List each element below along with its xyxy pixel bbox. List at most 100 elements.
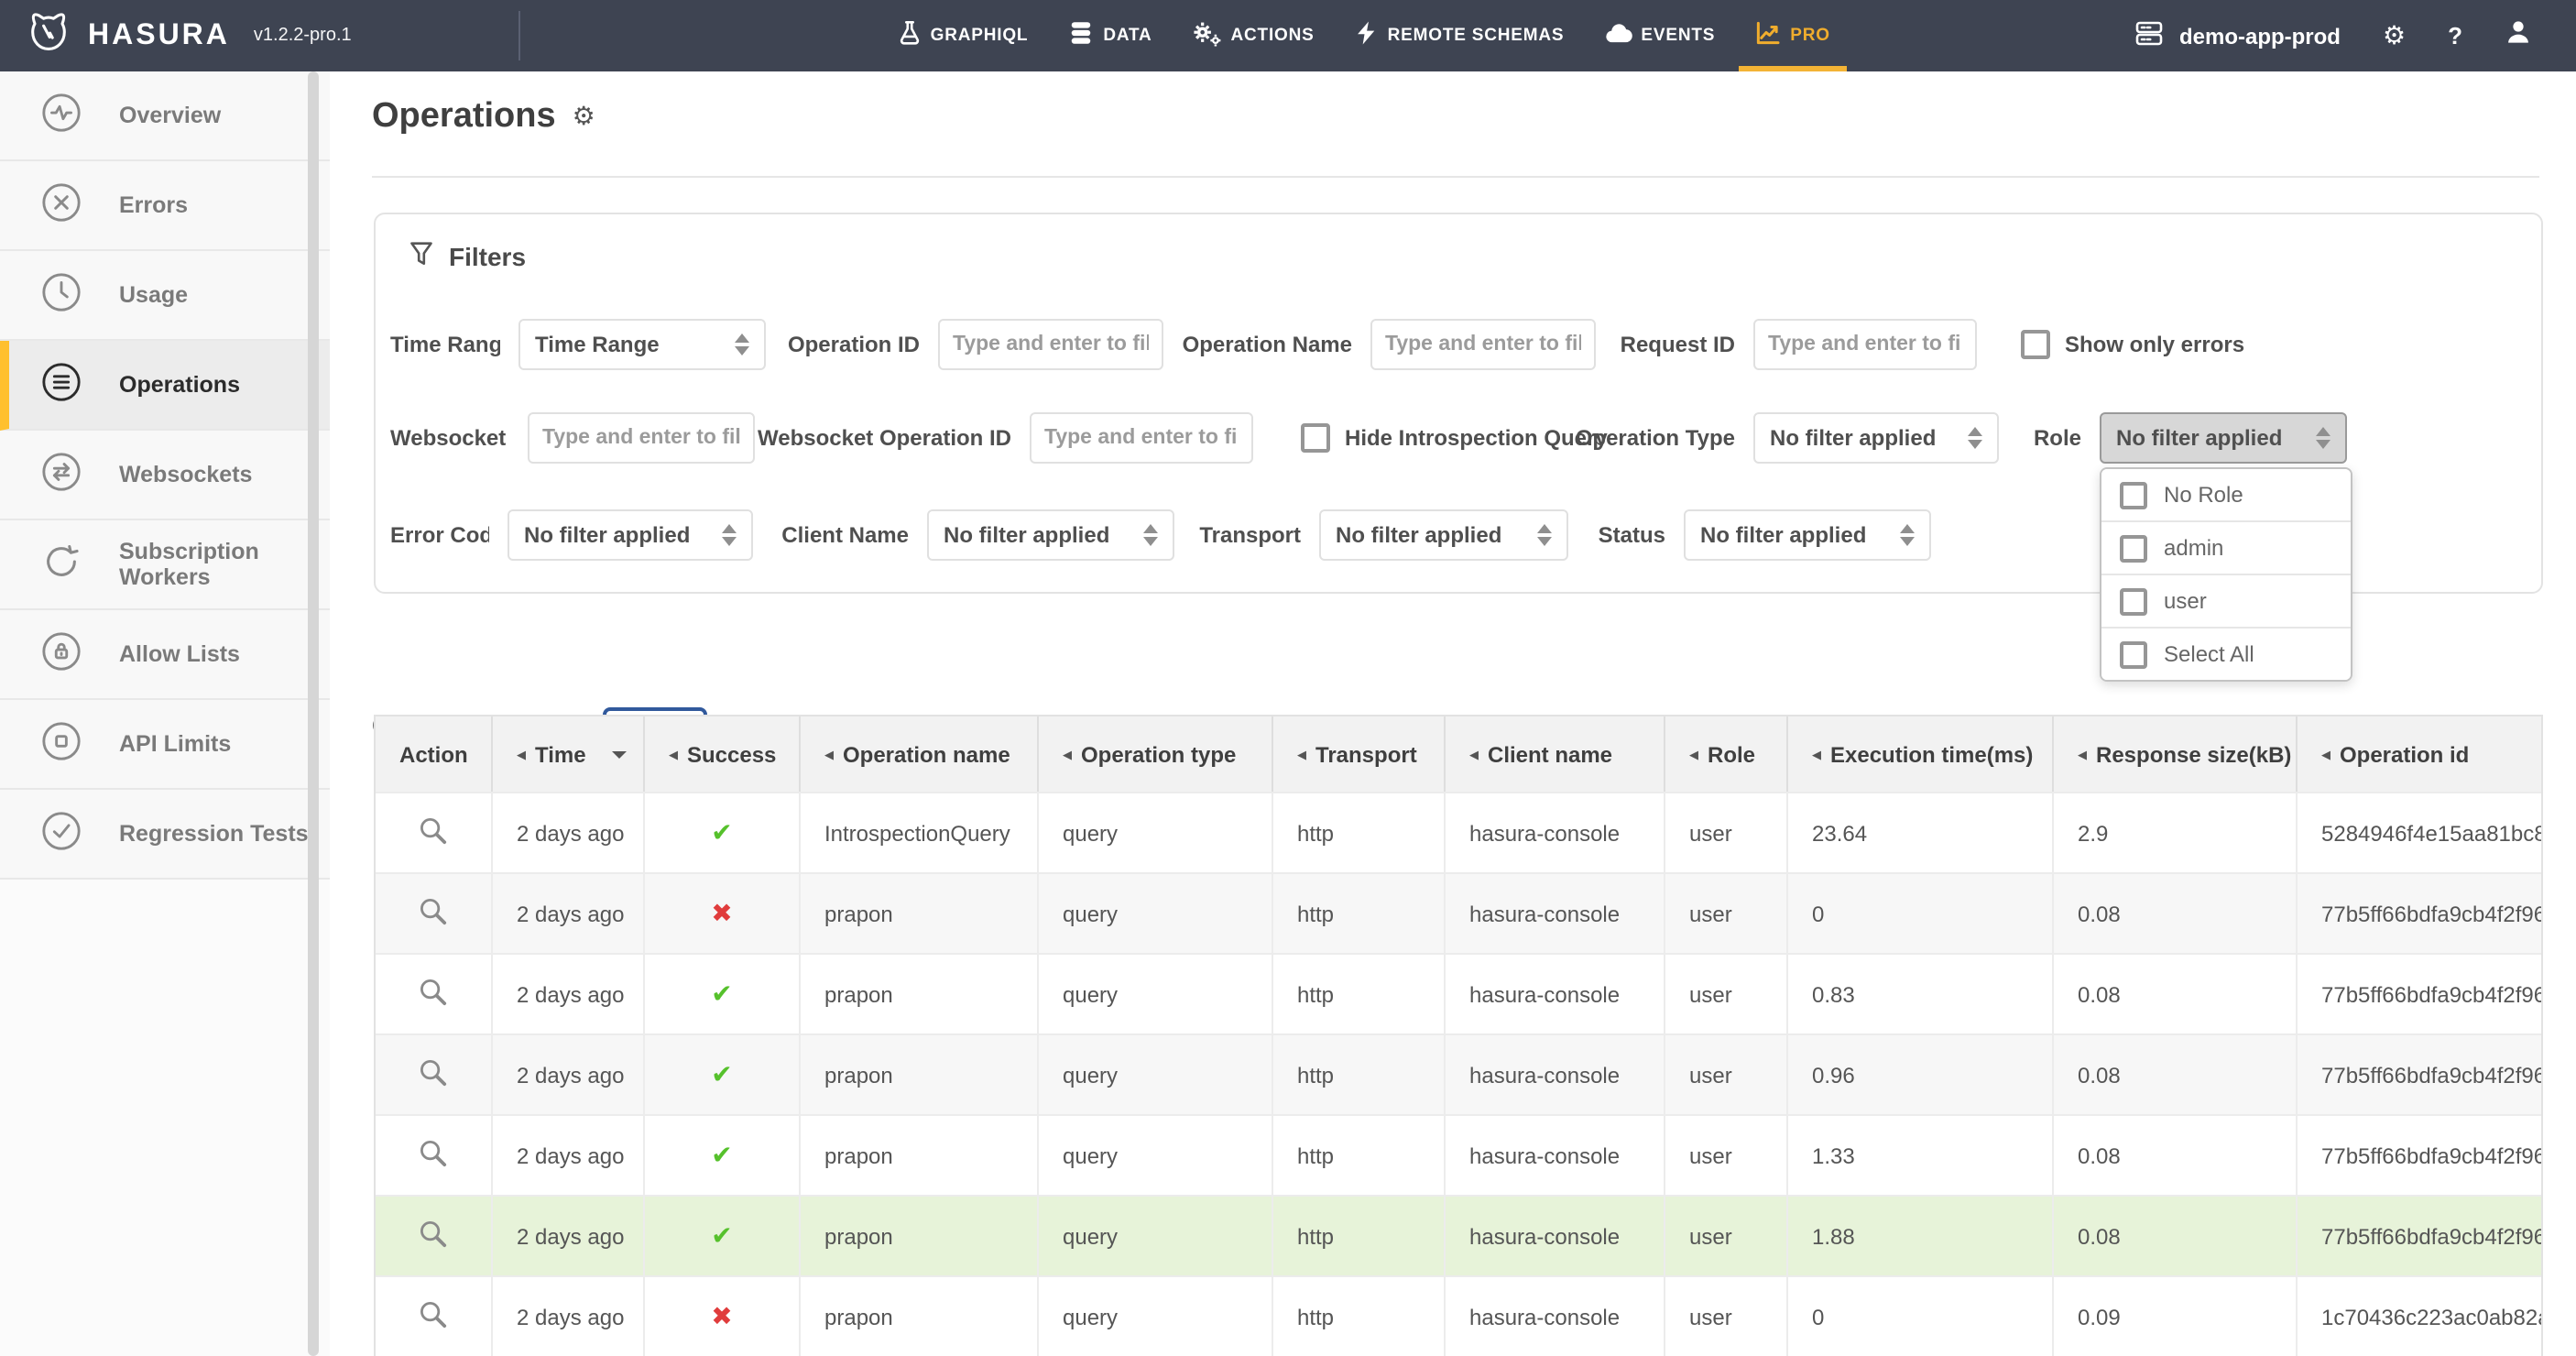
- sidebar-item-api-limits[interactable]: API Limits: [0, 700, 330, 790]
- cell-operation-name: IntrospectionQuery: [801, 793, 1039, 872]
- sidebar-scrollbar[interactable]: [308, 71, 319, 1356]
- cell-transport: http: [1273, 1035, 1446, 1114]
- role-option-select-all[interactable]: Select All: [2101, 627, 2351, 680]
- chart-line-icon: [1755, 20, 1781, 51]
- sidebar-item-label: API Limits: [119, 731, 231, 757]
- inspect-row-button[interactable]: [376, 1116, 493, 1195]
- column-header-execution-time-ms-[interactable]: ◀Execution time(ms): [1788, 716, 2054, 792]
- sidebar-item-operations[interactable]: Operations: [0, 341, 330, 431]
- sort-icon: ◀: [2078, 747, 2087, 761]
- filter-label-error_code: Error Code: [390, 509, 489, 561]
- role-option-label: admin: [2164, 535, 2223, 561]
- magnifier-icon: [418, 1137, 449, 1174]
- column-header-operation-id[interactable]: ◀Operation id: [2298, 716, 2541, 792]
- inspect-row-button[interactable]: [376, 1277, 493, 1356]
- column-header-operation-type[interactable]: ◀Operation type: [1039, 716, 1273, 792]
- project-switcher[interactable]: demo-app-prod: [2135, 19, 2341, 52]
- cell-operation-id: 77b5ff66bdfa9cb4f2f967: [2298, 1035, 2541, 1114]
- settings-gear-icon[interactable]: ⚙: [2383, 21, 2406, 50]
- column-header-client-name[interactable]: ◀Client name: [1446, 716, 1665, 792]
- sidebar-item-label: Errors: [119, 192, 188, 218]
- column-header-response-size-kb-[interactable]: ◀ Response size(kB): [2054, 716, 2298, 792]
- table-header-row: Action◀Time◀Success◀Operation name◀Opera…: [376, 716, 2541, 792]
- cell-transport: http: [1273, 1197, 1446, 1275]
- nav-item-data[interactable]: DATA: [1063, 0, 1157, 71]
- nav-item-remote-schemas[interactable]: REMOTE SCHEMAS: [1349, 0, 1570, 71]
- inspect-row-button[interactable]: [376, 955, 493, 1033]
- cell-operation-type: query: [1039, 1277, 1273, 1356]
- project-name: demo-app-prod: [2179, 23, 2341, 49]
- nav-item-events[interactable]: EVENTS: [1599, 0, 1720, 71]
- clock-circle-icon: [40, 271, 82, 319]
- inspect-row-button[interactable]: [376, 1035, 493, 1114]
- table-row: 2 days ago✖praponqueryhttphasura-console…: [376, 1275, 2541, 1356]
- sidebar-item-allow-lists[interactable]: Allow Lists: [0, 610, 330, 700]
- filter-input-websocket_operation_id[interactable]: [1030, 412, 1253, 464]
- checkbox-icon[interactable]: [2120, 534, 2147, 562]
- nav-item-label: REMOTE SCHEMAS: [1388, 26, 1565, 46]
- inspect-row-button[interactable]: [376, 793, 493, 872]
- checkbox-icon[interactable]: [2120, 587, 2147, 615]
- column-header-transport[interactable]: ◀Transport: [1273, 716, 1446, 792]
- sidebar-item-errors[interactable]: Errors: [0, 161, 330, 251]
- select-value: No filter applied: [2116, 425, 2305, 451]
- user-icon[interactable]: [2505, 17, 2532, 54]
- column-header-success[interactable]: ◀Success: [645, 716, 801, 792]
- nav-item-graphiql[interactable]: GRAPHIQL: [892, 0, 1034, 71]
- funnel-icon: [409, 240, 434, 273]
- top-nav: HASURA v1.2.2-pro.1 GRAPHIQL DATA ACTIONS R…: [0, 0, 2576, 71]
- cell-role: user: [1665, 1116, 1788, 1195]
- checkbox-icon[interactable]: [2021, 330, 2050, 359]
- success-check-icon: ✔: [711, 1221, 732, 1251]
- check-circle-icon: [40, 810, 82, 858]
- checkbox-icon[interactable]: [1301, 423, 1330, 453]
- sidebar-item-websockets[interactable]: Websockets: [0, 431, 330, 520]
- checkbox-icon[interactable]: [2120, 481, 2147, 508]
- failure-x-icon: ✖: [711, 899, 732, 928]
- cell-operation-name: prapon: [801, 1277, 1039, 1356]
- cell-time: 2 days ago: [493, 793, 645, 872]
- checkbox-label: Show only errors: [2065, 332, 2244, 357]
- filter-select-status[interactable]: No filter applied: [1684, 509, 1931, 561]
- filter-label-websocket_id: Websocket ID: [390, 412, 509, 464]
- cell-operation-type: query: [1039, 1197, 1273, 1275]
- filter-input-request_id[interactable]: [1753, 319, 1977, 370]
- checkbox-icon[interactable]: [2120, 640, 2147, 668]
- nav-item-label: PRO: [1790, 26, 1830, 46]
- inspect-row-button[interactable]: [376, 1197, 493, 1275]
- sidebar-item-usage[interactable]: Usage: [0, 251, 330, 341]
- help-icon[interactable]: ?: [2448, 22, 2462, 49]
- nav-item-pro[interactable]: PRO: [1750, 0, 1836, 71]
- page-settings-gear-icon[interactable]: ⚙: [573, 103, 595, 132]
- sidebar-item-label: Usage: [119, 282, 188, 308]
- filter-input-websocket_id[interactable]: [528, 412, 755, 464]
- inspect-row-button[interactable]: [376, 874, 493, 953]
- cell-role: user: [1665, 1035, 1788, 1114]
- filter-select-role[interactable]: No filter applied: [2100, 412, 2347, 464]
- column-header-label: Response size(kB): [2096, 741, 2291, 767]
- sort-direction-caret-icon[interactable]: [612, 750, 627, 758]
- brand[interactable]: HASURA v1.2.2-pro.1: [0, 8, 352, 63]
- cell-operation-type: query: [1039, 955, 1273, 1033]
- sidebar-item-regression-tests[interactable]: Regression Tests: [0, 790, 330, 880]
- nav-item-label: EVENTS: [1641, 26, 1715, 46]
- column-header-time[interactable]: ◀Time: [493, 716, 645, 792]
- cell-operation-type: query: [1039, 874, 1273, 953]
- filter-label-role: Role: [1806, 412, 2081, 464]
- nav-item-actions[interactable]: ACTIONS: [1187, 0, 1320, 71]
- role-option-no-role[interactable]: No Role: [2101, 469, 2351, 520]
- lightning-icon: [1355, 20, 1379, 51]
- sidebar-item-subscription-workers[interactable]: Subscription Workers: [0, 520, 330, 610]
- column-header-operation-name[interactable]: ◀Operation name: [801, 716, 1039, 792]
- cell-time: 2 days ago: [493, 1116, 645, 1195]
- sidebar-item-overview[interactable]: Overview: [0, 71, 330, 161]
- role-option-admin[interactable]: admin: [2101, 520, 2351, 574]
- column-header-role[interactable]: ◀Role: [1665, 716, 1788, 792]
- filter-label-operation_id: Operation ID: [645, 319, 920, 370]
- cell-time: 2 days ago: [493, 1277, 645, 1356]
- cell-client-name: hasura-console: [1446, 1035, 1665, 1114]
- cell-success: ✖: [645, 874, 801, 953]
- nav-menu: GRAPHIQL DATA ACTIONS REMOTE SCHEMAS EVENTS P…: [892, 0, 1836, 71]
- filter-checkbox-show_only_errors[interactable]: Show only errors: [2021, 319, 2244, 370]
- role-option-user[interactable]: user: [2101, 574, 2351, 627]
